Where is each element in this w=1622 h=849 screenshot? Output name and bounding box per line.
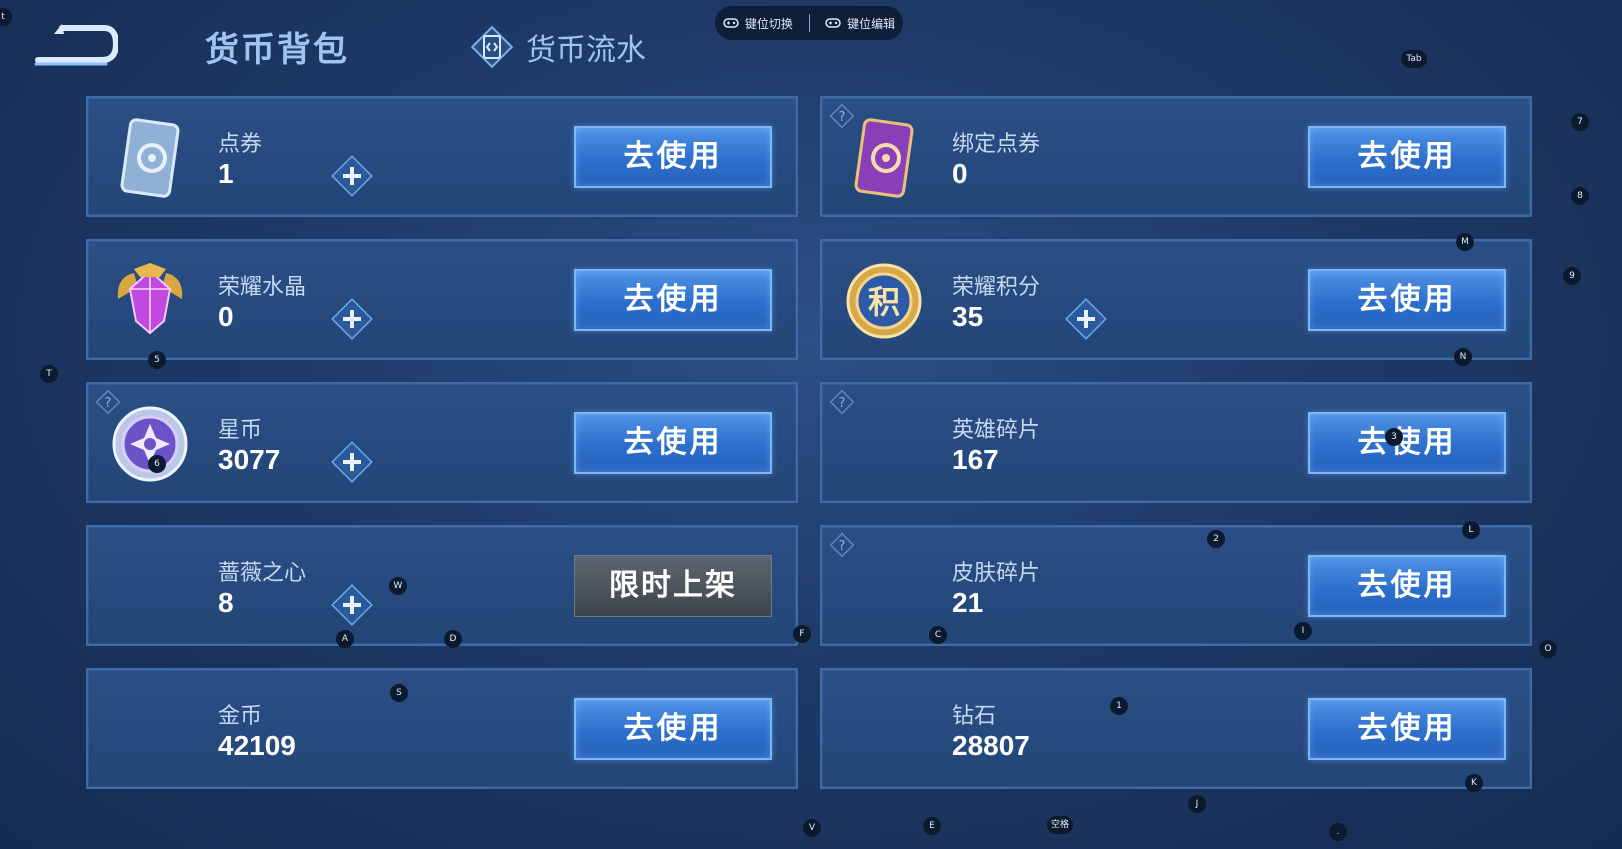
use-button[interactable]: 去使用 xyxy=(574,126,772,188)
key-hint: 空格 xyxy=(1047,816,1073,834)
limited-time-button[interactable]: 限时上架 xyxy=(574,555,772,617)
currency-value: 0 xyxy=(218,301,234,332)
ticket-icon xyxy=(120,118,180,198)
currency-card-skin-fragment: ? 皮肤碎片 21 去使用 xyxy=(820,525,1532,646)
key-hint: 9 xyxy=(1563,267,1581,285)
add-plus-icon[interactable] xyxy=(330,583,374,627)
currency-card-gold: 金币 42109 去使用 xyxy=(86,668,798,789)
key-hint: I xyxy=(1294,622,1312,640)
currency-name: 点券 xyxy=(218,132,263,157)
currency-name: 金币 xyxy=(218,704,263,729)
key-hint: 7 xyxy=(1571,113,1589,131)
key-hint: 6 xyxy=(148,455,166,473)
points-coin-icon: 积 xyxy=(846,263,922,339)
key-hint: . xyxy=(1329,823,1347,841)
top-bar: 货币背包 货币流水 键位切换 键位编辑 xyxy=(0,0,1622,95)
currency-card-hero-fragment: ? 英雄碎片 167 去使用 xyxy=(820,382,1532,503)
currency-card-honor-points: 积 荣耀积分 35 去使用 xyxy=(820,239,1532,360)
tab-currency-flow-label: 货币流水 xyxy=(526,33,646,68)
help-icon[interactable]: ? xyxy=(828,388,856,416)
svg-text:?: ? xyxy=(839,539,846,554)
key-hint: W xyxy=(389,577,407,595)
key-hint: O xyxy=(1539,640,1557,658)
use-button[interactable]: 去使用 xyxy=(1308,269,1506,331)
use-button[interactable]: 去使用 xyxy=(574,269,772,331)
crystal-icon xyxy=(117,263,183,335)
currency-name: 荣耀积分 xyxy=(952,275,1041,300)
currency-card-rose-heart: 蔷薇之心 8 限时上架 xyxy=(86,525,798,646)
currency-name: 绑定点券 xyxy=(952,132,1041,157)
currency-value: 35 xyxy=(952,301,984,332)
svg-text:?: ? xyxy=(839,396,846,411)
key-mapping-bar: 键位切换 键位编辑 xyxy=(715,6,903,40)
gamepad-icon xyxy=(723,18,739,28)
key-hint: F xyxy=(793,625,811,643)
use-button[interactable]: 去使用 xyxy=(574,698,772,760)
currency-value: 21 xyxy=(952,587,984,618)
key-hint: T xyxy=(40,365,58,383)
add-plus-icon[interactable] xyxy=(330,154,374,198)
use-button[interactable]: 去使用 xyxy=(1308,698,1506,760)
back-arrow-icon[interactable] xyxy=(32,22,118,70)
key-hint: 1 xyxy=(1110,697,1128,715)
currency-value: 0 xyxy=(952,158,968,189)
key-hint: E xyxy=(923,817,941,835)
currency-name: 皮肤碎片 xyxy=(952,561,1041,586)
key-hint: S xyxy=(390,684,408,702)
currency-name: 钻石 xyxy=(952,704,997,729)
star-coin-icon xyxy=(112,406,188,482)
key-hint: L xyxy=(1462,521,1480,539)
page-title: 货币背包 xyxy=(205,30,349,70)
help-icon[interactable]: ? xyxy=(828,531,856,559)
currency-value: 28807 xyxy=(952,730,1030,761)
key-hint: M xyxy=(1456,233,1474,251)
gamepad-icon xyxy=(825,18,841,28)
key-hint: 5 xyxy=(148,351,166,369)
flow-icon xyxy=(470,25,514,69)
use-button[interactable]: 去使用 xyxy=(574,412,772,474)
currency-card-star-coin: ? 星币 3077 去使用 xyxy=(86,382,798,503)
currency-value: 8 xyxy=(218,587,234,618)
currency-name: 荣耀水晶 xyxy=(218,275,307,300)
tab-currency-flow[interactable]: 货币流水 xyxy=(470,22,646,72)
key-hint: D xyxy=(444,630,462,648)
add-plus-icon[interactable] xyxy=(330,297,374,341)
currency-card-diamond: 钻石 28807 去使用 xyxy=(820,668,1532,789)
key-edit-label: 键位编辑 xyxy=(847,16,896,31)
use-button[interactable]: 去使用 xyxy=(1308,555,1506,617)
use-button[interactable]: 去使用 xyxy=(1308,126,1506,188)
currency-name: 英雄碎片 xyxy=(952,418,1041,443)
key-switch-label: 键位切换 xyxy=(744,16,793,31)
key-hint: K xyxy=(1465,774,1483,792)
key-hint: 2 xyxy=(1207,530,1225,548)
key-hint: C xyxy=(929,626,947,644)
key-hint: 8 xyxy=(1571,187,1589,205)
key-hint: A xyxy=(336,630,354,648)
divider xyxy=(808,14,810,32)
currency-value: 3077 xyxy=(218,444,281,475)
key-hint: Tab xyxy=(1401,50,1427,68)
key-hint: J xyxy=(1188,795,1206,813)
currency-card-coupon: 点券 1 去使用 xyxy=(86,96,798,217)
currency-card-bound-coupon: ? 绑定点券 0 去使用 xyxy=(820,96,1532,217)
key-hint: 3 xyxy=(1385,428,1403,446)
add-plus-icon[interactable] xyxy=(330,440,374,484)
currency-name: 蔷薇之心 xyxy=(218,561,307,586)
key-hint: N xyxy=(1454,348,1472,366)
currency-value: 1 xyxy=(218,158,234,189)
add-plus-icon[interactable] xyxy=(1064,297,1108,341)
use-button[interactable]: 去使用 xyxy=(1308,412,1506,474)
currency-card-crystal: 荣耀水晶 0 去使用 xyxy=(86,239,798,360)
key-edit-button[interactable]: 键位编辑 xyxy=(825,15,895,32)
currency-value: 42109 xyxy=(218,730,296,761)
points-coin-glyph: 积 xyxy=(868,283,900,321)
key-hint: V xyxy=(803,819,821,837)
bound-ticket-icon xyxy=(854,118,914,198)
currency-value: 167 xyxy=(952,444,999,475)
key-switch-button[interactable]: 键位切换 xyxy=(723,15,793,32)
currency-name: 星币 xyxy=(218,418,263,443)
